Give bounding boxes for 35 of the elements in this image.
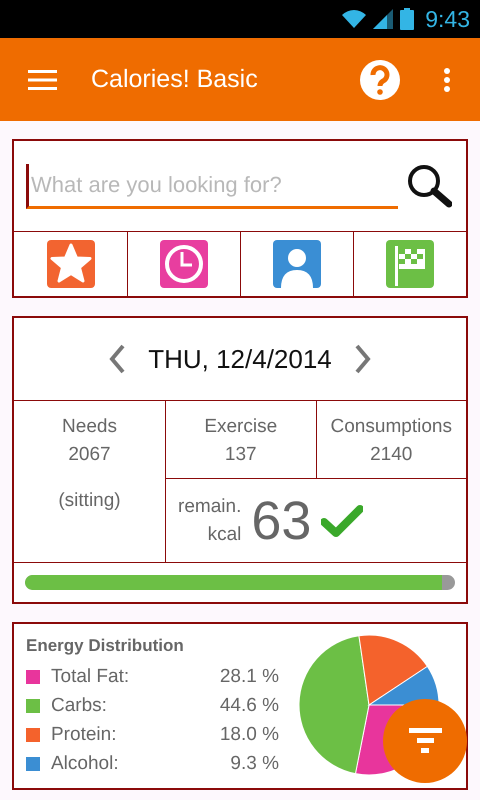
person-icon[interactable]: [273, 240, 321, 288]
legend-label: Protein:: [51, 724, 118, 746]
app-title: Calories! Basic: [91, 65, 259, 94]
section-title: Energy Distribution: [26, 636, 185, 656]
more-options-icon[interactable]: [444, 68, 450, 92]
legend-label: Total Fat:: [51, 666, 130, 688]
legend-value: 28.1 %: [218, 666, 279, 688]
date-label: THU, 12/4/2014: [148, 344, 332, 374]
consumptions-value: 2140: [370, 443, 412, 467]
unit-label: kcal: [208, 522, 242, 546]
search-icon[interactable]: [406, 163, 452, 209]
legend-label: Carbs:: [51, 694, 108, 716]
wifi-icon: [342, 9, 366, 29]
remaining-calories: 63: [251, 490, 312, 552]
consumptions-label: Consumptions: [330, 415, 452, 439]
help-icon[interactable]: [360, 60, 400, 100]
signal-icon: [373, 9, 394, 29]
flag-icon[interactable]: [386, 240, 434, 288]
legend-value: 9.3 %: [229, 752, 279, 774]
clock-icon[interactable]: [160, 240, 208, 288]
filter-icon: [408, 728, 442, 754]
menu-icon[interactable]: [28, 70, 57, 90]
needs-label: Needs: [62, 415, 117, 439]
legend-value: 18.0 %: [218, 724, 279, 746]
activity-level: (sitting): [58, 489, 121, 513]
next-day-icon[interactable]: [354, 344, 372, 374]
exercise-label: Exercise: [204, 415, 278, 439]
clock-time: 9:43: [425, 6, 470, 32]
legend-value: 44.6 %: [218, 694, 279, 716]
needs-value: 2067: [68, 443, 111, 467]
battery-icon: [400, 8, 414, 30]
previous-day-icon[interactable]: [108, 344, 126, 374]
remain-label: remain.: [178, 494, 242, 518]
exercise-value: 137: [224, 443, 257, 467]
legend-label: Alcohol:: [51, 752, 120, 774]
